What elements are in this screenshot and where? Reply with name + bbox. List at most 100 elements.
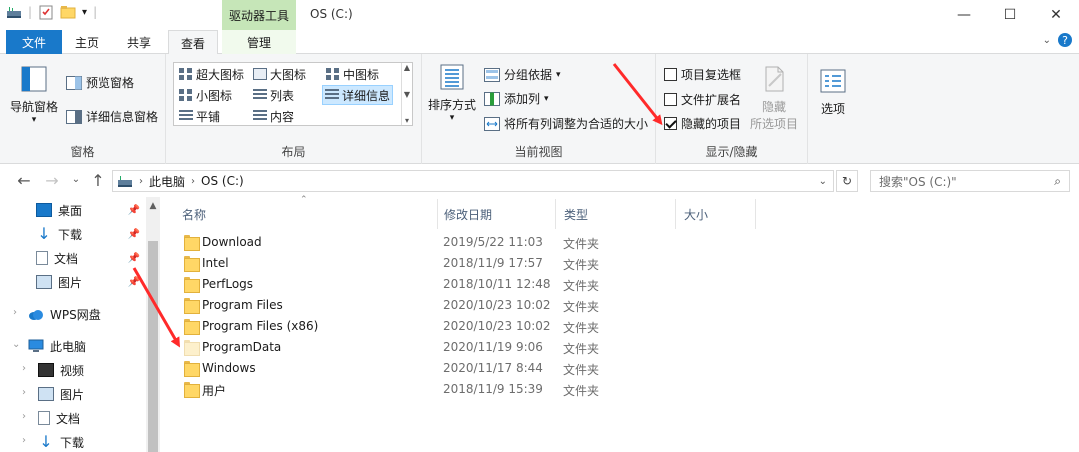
breadcrumb: › 此电脑 › OS (C:) xyxy=(139,173,244,190)
add-column-button[interactable]: 添加列 ▾ xyxy=(484,90,549,107)
folder-icon xyxy=(184,256,200,272)
breadcrumb-os-c[interactable]: OS (C:) xyxy=(201,174,244,188)
pin-icon[interactable]: 📌 xyxy=(128,229,140,240)
chevron-down-icon[interactable]: ⌄ xyxy=(1043,35,1051,46)
pin-icon[interactable]: 📌 xyxy=(128,277,140,288)
nav-scrollbar[interactable]: ▲ xyxy=(146,197,160,452)
options-button[interactable]: 选项 xyxy=(818,66,848,117)
collapse-chevron-icon[interactable]: ⌄ xyxy=(12,339,20,350)
scroll-up-icon[interactable]: ▲ xyxy=(404,63,410,72)
medium-icons-icon xyxy=(326,68,340,80)
small-icons-icon xyxy=(179,89,193,101)
column-header-type[interactable]: 类型 xyxy=(556,199,676,229)
document-icon xyxy=(36,251,48,265)
layout-small-icons[interactable]: 小图标 xyxy=(177,85,234,105)
table-row[interactable]: Program Files 2020/10/23 10:02 文件夹 xyxy=(176,295,776,316)
nav-item-wps-cloud[interactable]: WPS网盘 xyxy=(28,302,146,326)
tab-view[interactable]: 查看 xyxy=(168,30,218,55)
nav-scrollbar-thumb[interactable] xyxy=(148,241,158,452)
column-header-date[interactable]: 修改日期 xyxy=(436,199,556,229)
group-by-button[interactable]: 分组依据 ▾ xyxy=(484,66,561,83)
layout-gallery: 超大图标 大图标 中图标 小图标 列表 详细信息 平铺 内容 ▲ ▼ ▾ xyxy=(173,62,413,126)
table-row[interactable]: Download 2019/5/22 11:03 文件夹 xyxy=(176,232,776,253)
pin-icon[interactable]: 📌 xyxy=(128,205,140,216)
table-row[interactable]: ProgramData 2020/11/19 9:06 文件夹 xyxy=(176,337,776,358)
more-icon[interactable]: ▾ xyxy=(405,116,409,125)
nav-item-this-pc[interactable]: 此电脑 xyxy=(28,334,146,358)
layout-tiles[interactable]: 平铺 xyxy=(177,106,222,126)
back-arrow-icon[interactable]: ← xyxy=(14,171,34,190)
close-button[interactable]: ✕ xyxy=(1033,0,1079,30)
layout-extra-large-icons[interactable]: 超大图标 xyxy=(177,64,246,84)
expand-chevron-icon[interactable]: › xyxy=(22,435,26,446)
group-label-panes: 窗格 xyxy=(70,145,95,159)
address-history-icon[interactable]: ⌄ xyxy=(819,176,827,187)
item-checkboxes-checkbox[interactable] xyxy=(664,68,677,81)
layout-details[interactable]: 详细信息 xyxy=(322,85,394,105)
hidden-items-checkbox[interactable] xyxy=(664,117,677,130)
expand-chevron-icon[interactable]: › xyxy=(13,307,17,318)
search-input[interactable]: 搜索"OS (C:)" ⌕ xyxy=(870,170,1070,192)
sort-by-button[interactable]: 排序方式 ▾ xyxy=(428,62,476,123)
layout-content[interactable]: 内容 xyxy=(251,106,296,126)
scroll-up-icon[interactable]: ▲ xyxy=(146,201,160,211)
table-row[interactable]: Program Files (x86) 2020/10/23 10:02 文件夹 xyxy=(176,316,776,337)
details-pane-button[interactable]: 详细信息窗格 xyxy=(66,108,158,125)
expand-chevron-icon[interactable]: › xyxy=(22,387,26,398)
minimize-button[interactable]: — xyxy=(941,0,987,30)
nav-item-desktop[interactable]: 桌面 📌 xyxy=(36,198,146,222)
breadcrumb-this-pc[interactable]: 此电脑 xyxy=(149,173,185,190)
maximize-button[interactable]: ☐ xyxy=(987,0,1033,30)
table-row[interactable]: Intel 2018/11/9 17:57 文件夹 xyxy=(176,253,776,274)
help-icon[interactable]: ? xyxy=(1057,32,1073,48)
file-extensions-checkbox[interactable] xyxy=(664,93,677,106)
tab-home[interactable]: 主页 xyxy=(64,30,110,54)
address-bar[interactable]: › 此电脑 › OS (C:) ⌄ xyxy=(112,170,834,192)
chevron-right-icon[interactable]: › xyxy=(191,176,195,187)
table-row[interactable]: PerfLogs 2018/10/11 12:48 文件夹 xyxy=(176,274,776,295)
new-folder-icon[interactable] xyxy=(60,4,76,20)
drive-icon[interactable] xyxy=(6,4,22,20)
hide-selected-items-button[interactable]: 隐藏 所选项目 xyxy=(750,64,798,132)
nav-item-pictures-pc[interactable]: 图片 xyxy=(38,382,146,406)
pin-icon[interactable]: 📌 xyxy=(128,253,140,264)
nav-item-pictures[interactable]: 图片 📌 xyxy=(36,270,146,294)
tab-share[interactable]: 共享 xyxy=(116,30,162,54)
refresh-button[interactable]: ↻ xyxy=(836,170,858,192)
preview-pane-button[interactable]: 预览窗格 xyxy=(66,74,134,91)
up-arrow-icon[interactable]: ↑ xyxy=(88,171,108,190)
folder-icon xyxy=(184,298,200,314)
table-row[interactable]: Windows 2020/11/17 8:44 文件夹 xyxy=(176,358,776,379)
hidden-items-toggle[interactable]: 隐藏的项目 xyxy=(664,115,741,132)
nav-item-documents-pc[interactable]: 文档 xyxy=(38,406,146,430)
forward-arrow-icon[interactable]: → xyxy=(42,171,62,190)
layout-gallery-scroll[interactable]: ▲ ▼ ▾ xyxy=(401,63,412,125)
expand-chevron-icon[interactable]: › xyxy=(22,363,26,374)
preview-pane-icon xyxy=(66,75,82,90)
column-header-name[interactable]: 名称 xyxy=(174,199,438,229)
layout-large-icons[interactable]: 大图标 xyxy=(251,64,308,84)
nav-item-documents[interactable]: 文档 📌 xyxy=(36,246,146,270)
table-row[interactable]: 用户 2018/11/9 15:39 文件夹 xyxy=(176,379,776,400)
customize-qat-icon[interactable]: ▾ xyxy=(82,7,87,18)
layout-medium-icons[interactable]: 中图标 xyxy=(324,64,381,84)
nav-item-downloads-pc[interactable]: ↓ 下载 xyxy=(38,430,146,452)
address-row: ← → ⌄ ↑ › 此电脑 › OS (C:) ⌄ ↻ 搜索"OS (C:)" … xyxy=(0,165,1079,197)
tab-file[interactable]: 文件 xyxy=(6,30,62,54)
layout-list[interactable]: 列表 xyxy=(251,85,296,105)
file-extensions-toggle[interactable]: 文件扩展名 xyxy=(664,91,741,108)
folder-icon xyxy=(184,235,200,251)
tab-manage[interactable]: 管理 xyxy=(222,30,296,54)
fit-columns-button[interactable]: 将所有列调整为合适的大小 xyxy=(484,115,648,132)
sort-icon xyxy=(440,64,464,90)
scroll-down-icon[interactable]: ▼ xyxy=(404,90,410,99)
navigation-pane-button[interactable]: 导航窗格 ▾ xyxy=(10,64,58,125)
expand-chevron-icon[interactable]: › xyxy=(22,411,26,422)
column-header-size[interactable]: 大小 xyxy=(676,199,756,229)
recent-locations-icon[interactable]: ⌄ xyxy=(66,174,86,185)
nav-item-downloads[interactable]: ↓ 下载 📌 xyxy=(36,222,146,246)
properties-icon[interactable] xyxy=(38,4,54,20)
chevron-right-icon[interactable]: › xyxy=(139,176,143,187)
nav-item-videos[interactable]: 视频 xyxy=(38,358,146,382)
item-checkboxes-toggle[interactable]: 项目复选框 xyxy=(664,66,741,83)
